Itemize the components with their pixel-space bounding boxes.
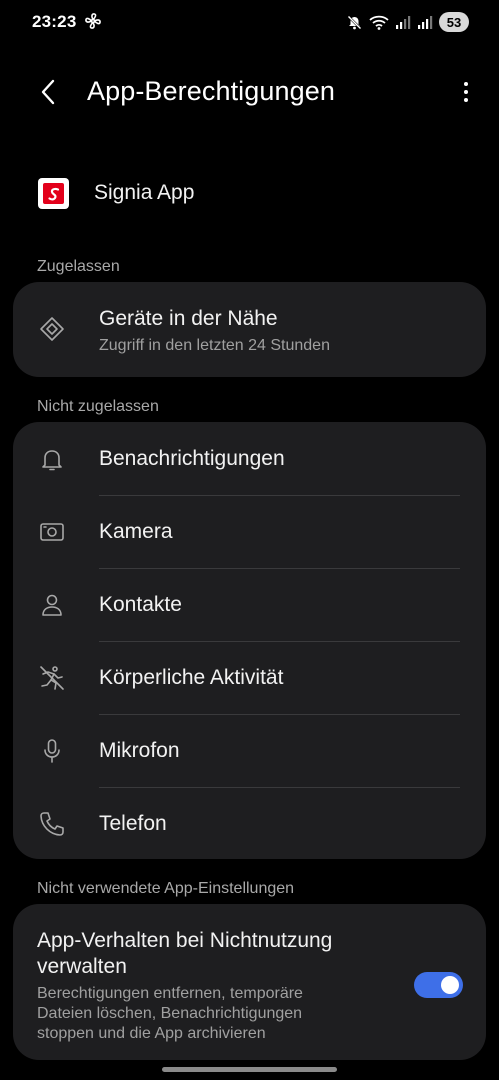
manage-unused-app-toggle[interactable] bbox=[414, 972, 463, 998]
signal-icon-2 bbox=[418, 16, 433, 29]
back-arrow-icon bbox=[41, 79, 55, 105]
row-title: Benachrichtigungen bbox=[99, 447, 285, 470]
permission-row-camera[interactable]: Kamera bbox=[13, 495, 486, 568]
status-time: 23:23 bbox=[32, 12, 77, 31]
more-options-button[interactable] bbox=[459, 74, 473, 110]
mute-icon bbox=[347, 15, 362, 29]
not-allowed-card: Benachrichtigungen Kamera Kontakte Körpe… bbox=[13, 422, 486, 859]
toggle-knob bbox=[441, 976, 459, 994]
permission-row-phone[interactable]: Telefon bbox=[13, 787, 486, 859]
activity-icon bbox=[39, 665, 65, 691]
row-title: Mikrofon bbox=[99, 739, 180, 762]
signia-logo-icon bbox=[43, 183, 64, 204]
allowed-card: Geräte in der Nähe Zugriff in den letzte… bbox=[13, 282, 486, 377]
status-icons: 53 bbox=[346, 11, 469, 33]
section-header-unused-settings: Nicht verwendete App-Einstellungen bbox=[37, 880, 295, 897]
signia-s-icon bbox=[47, 187, 59, 200]
bell-icon bbox=[39, 446, 65, 472]
row-title: Kamera bbox=[99, 520, 173, 543]
fan-icon bbox=[85, 13, 101, 29]
toggle-description: Berechtigungen entfernen, temporäre Date… bbox=[37, 985, 303, 1042]
more-dot-icon bbox=[464, 98, 468, 102]
permission-row-notifications[interactable]: Benachrichtigungen bbox=[13, 422, 486, 495]
camera-icon bbox=[39, 519, 65, 545]
section-header-allowed: Zugelassen bbox=[37, 258, 120, 275]
battery-indicator: 53 bbox=[439, 12, 469, 32]
app-info: Signia App bbox=[0, 168, 499, 218]
row-subtitle: Zugriff in den letzten 24 Stunden bbox=[99, 337, 330, 354]
nearby-devices-icon bbox=[39, 316, 65, 342]
app-logo bbox=[38, 178, 69, 209]
permission-row-contacts[interactable]: Kontakte bbox=[13, 568, 486, 641]
page-title: App-Berechtigungen bbox=[87, 76, 335, 106]
row-title: Körperliche Aktivität bbox=[99, 666, 284, 689]
unused-settings-card[interactable]: App-Verhalten bei Nichtnutzung verwalten… bbox=[13, 904, 486, 1060]
row-title: Kontakte bbox=[99, 593, 182, 616]
permission-row-physical-activity[interactable]: Körperliche Aktivität bbox=[13, 641, 486, 714]
row-title: Geräte in der Nähe bbox=[99, 307, 278, 330]
toggle-title: App-Verhalten bei Nichtnutzung verwalten bbox=[37, 929, 333, 978]
permission-row-nearby-devices[interactable]: Geräte in der Nähe Zugriff in den letzte… bbox=[13, 282, 486, 377]
row-title: Telefon bbox=[99, 812, 167, 835]
section-header-not-allowed: Nicht zugelassen bbox=[37, 398, 159, 415]
signal-icon-1 bbox=[396, 16, 411, 29]
phone-icon bbox=[39, 811, 65, 837]
navigation-handle[interactable] bbox=[162, 1067, 337, 1072]
screen: 23:23 53 App-Berechtigungen Signia App Z… bbox=[0, 0, 499, 1080]
microphone-icon bbox=[39, 738, 65, 764]
more-dot-icon bbox=[464, 90, 468, 94]
permission-row-microphone[interactable]: Mikrofon bbox=[13, 714, 486, 787]
back-button[interactable] bbox=[30, 74, 66, 110]
person-icon bbox=[39, 592, 65, 618]
app-bar: App-Berechtigungen bbox=[0, 60, 499, 124]
status-bar: 23:23 53 bbox=[0, 0, 499, 44]
app-name: Signia App bbox=[94, 181, 195, 204]
more-dot-icon bbox=[464, 82, 468, 86]
wifi-icon bbox=[369, 15, 389, 30]
